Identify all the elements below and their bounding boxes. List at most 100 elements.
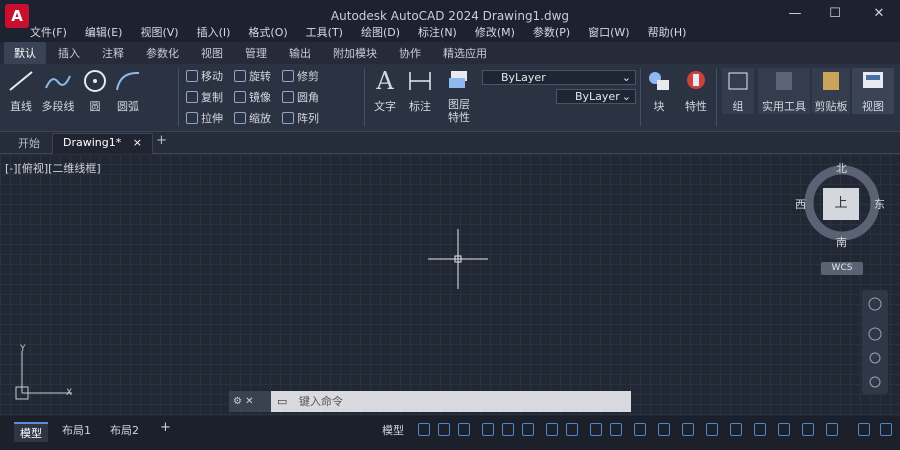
block-tool[interactable]: 块	[644, 68, 674, 114]
add-tab-button[interactable]: +	[156, 133, 167, 148]
autoscale-icon[interactable]	[778, 423, 790, 436]
annotation-scale-icon[interactable]	[802, 423, 814, 436]
viewcube[interactable]: 北 南 西 东 上 WCS	[795, 160, 885, 275]
menu-window[interactable]: 窗口(W)	[588, 24, 629, 40]
workspace-gear-icon[interactable]	[826, 423, 838, 436]
trim-icon	[282, 70, 294, 82]
menu-draw[interactable]: 绘图(D)	[361, 24, 400, 40]
model-space-button[interactable]: 模型	[382, 422, 404, 438]
model-tab[interactable]: 模型	[14, 422, 48, 442]
view-tool[interactable]: 视图	[852, 68, 894, 114]
layout1-tab[interactable]: 布局1	[62, 422, 91, 438]
menu-help[interactable]: 帮助(H)	[648, 24, 687, 40]
tab-insert[interactable]: 插入	[48, 42, 90, 64]
customization-menu-icon[interactable]	[880, 423, 892, 436]
menu-file[interactable]: 文件(F)	[30, 24, 67, 40]
layer-dropdown[interactable]: ByLayer ⌄	[482, 70, 636, 85]
dynamic-ucs-icon[interactable]	[682, 423, 694, 436]
tab-annotate[interactable]: 注释	[92, 42, 134, 64]
tab-addins[interactable]: 附加模块	[323, 42, 387, 64]
tab-featured-apps[interactable]: 精选应用	[433, 42, 497, 64]
grid-icon[interactable]	[418, 423, 430, 436]
compass-north[interactable]: 北	[836, 160, 847, 176]
wcs-menu[interactable]: WCS	[821, 262, 863, 275]
units-icon[interactable]	[858, 423, 870, 436]
menu-dimension[interactable]: 标注(N)	[418, 24, 457, 40]
arc-tool[interactable]: 圆弧	[112, 68, 144, 114]
close-button[interactable]: ✕	[866, 6, 892, 26]
polyline-tool[interactable]: 多段线	[38, 68, 78, 114]
scale-tool[interactable]: 缩放	[234, 110, 271, 126]
osnap-icon[interactable]	[566, 423, 578, 436]
drawing-tab[interactable]: Drawing1* ×	[52, 133, 153, 154]
add-layout-button[interactable]: +	[160, 420, 171, 435]
gizmo-icon[interactable]	[730, 423, 742, 436]
rotate-tool[interactable]: 旋转	[234, 68, 271, 84]
layout2-tab[interactable]: 布局2	[110, 422, 139, 438]
infer-icon[interactable]	[458, 423, 470, 436]
layer-properties-label: 图层特性	[448, 98, 470, 124]
viewport-label[interactable]: [-][俯视][二维线框]	[5, 160, 101, 176]
group-tool[interactable]: 组	[722, 68, 754, 114]
annotation-visibility-icon[interactable]	[754, 423, 766, 436]
command-options-button[interactable]: ⚙ ✕	[229, 391, 271, 412]
polyline-icon	[45, 75, 71, 89]
circle-label: 圆	[89, 100, 101, 113]
menu-view[interactable]: 视图(V)	[140, 24, 178, 40]
3d-osnap-icon[interactable]	[658, 423, 670, 436]
close-tab-icon[interactable]: ×	[133, 136, 142, 149]
compass-west[interactable]: 西	[795, 196, 806, 212]
trim-label: 修剪	[297, 70, 319, 83]
rotate-icon	[234, 70, 246, 82]
menu-format[interactable]: 格式(O)	[248, 24, 287, 40]
isodraft-icon[interactable]	[522, 423, 534, 436]
tab-output[interactable]: 输出	[279, 42, 321, 64]
selection-filter-icon[interactable]	[706, 423, 718, 436]
mirror-tool[interactable]: 镜像	[234, 89, 271, 105]
dimension-tool[interactable]: 标注	[404, 68, 436, 114]
polar-icon[interactable]	[502, 423, 514, 436]
stretch-tool[interactable]: 拉伸	[186, 110, 223, 126]
utilities-tool[interactable]: 实用工具	[758, 68, 810, 114]
lineweight-icon[interactable]	[590, 423, 602, 436]
snap-icon[interactable]	[438, 423, 450, 436]
properties-tool[interactable]: 特性	[680, 68, 712, 114]
line-label: 直线	[10, 100, 32, 113]
menu-insert[interactable]: 插入(I)	[197, 24, 231, 40]
menu-tools[interactable]: 工具(T)	[306, 24, 343, 40]
command-input[interactable]: ▭ 键入命令	[271, 391, 631, 412]
compass-east[interactable]: 东	[874, 196, 885, 212]
tab-parametric[interactable]: 参数化	[136, 42, 189, 64]
selection-cycling-icon[interactable]	[634, 423, 646, 436]
tab-home[interactable]: 默认	[4, 42, 46, 64]
start-tab[interactable]: 开始	[18, 135, 40, 151]
menu-modify[interactable]: 修改(M)	[475, 24, 515, 40]
minimize-button[interactable]: —	[782, 6, 808, 26]
navigation-tools-icon	[868, 297, 882, 388]
text-icon: A	[376, 67, 394, 95]
transparency-icon[interactable]	[610, 423, 622, 436]
tab-view[interactable]: 视图	[191, 42, 233, 64]
tab-manage[interactable]: 管理	[235, 42, 277, 64]
trim-tool[interactable]: 修剪	[282, 68, 319, 84]
array-tool[interactable]: 阵列	[282, 110, 319, 126]
menu-parameter[interactable]: 参数(P)	[533, 24, 570, 40]
circle-tool[interactable]: 圆	[80, 68, 110, 114]
viewcube-top-face[interactable]: 上	[823, 188, 859, 220]
line-tool[interactable]: 直线	[6, 68, 36, 114]
layer-name-2: ByLayer	[575, 90, 620, 103]
ortho-icon[interactable]	[482, 423, 494, 436]
osnap-tracking-icon[interactable]	[546, 423, 558, 436]
clipboard-tool[interactable]: 剪贴板	[812, 68, 850, 114]
compass-south[interactable]: 南	[836, 234, 847, 250]
text-tool[interactable]: A 文字	[370, 68, 400, 114]
fillet-tool[interactable]: 圆角	[282, 89, 319, 105]
maximize-button[interactable]: ☐	[822, 6, 848, 26]
menu-edit[interactable]: 编辑(E)	[85, 24, 123, 40]
view-icon	[863, 72, 883, 88]
tab-collaborate[interactable]: 协作	[389, 42, 431, 64]
move-tool[interactable]: 移动	[186, 68, 223, 84]
layer-dropdown-2[interactable]: ByLayer ⌄	[556, 89, 636, 104]
copy-tool[interactable]: 复制	[186, 89, 223, 105]
layer-properties-tool[interactable]: 图层特性	[440, 68, 478, 124]
